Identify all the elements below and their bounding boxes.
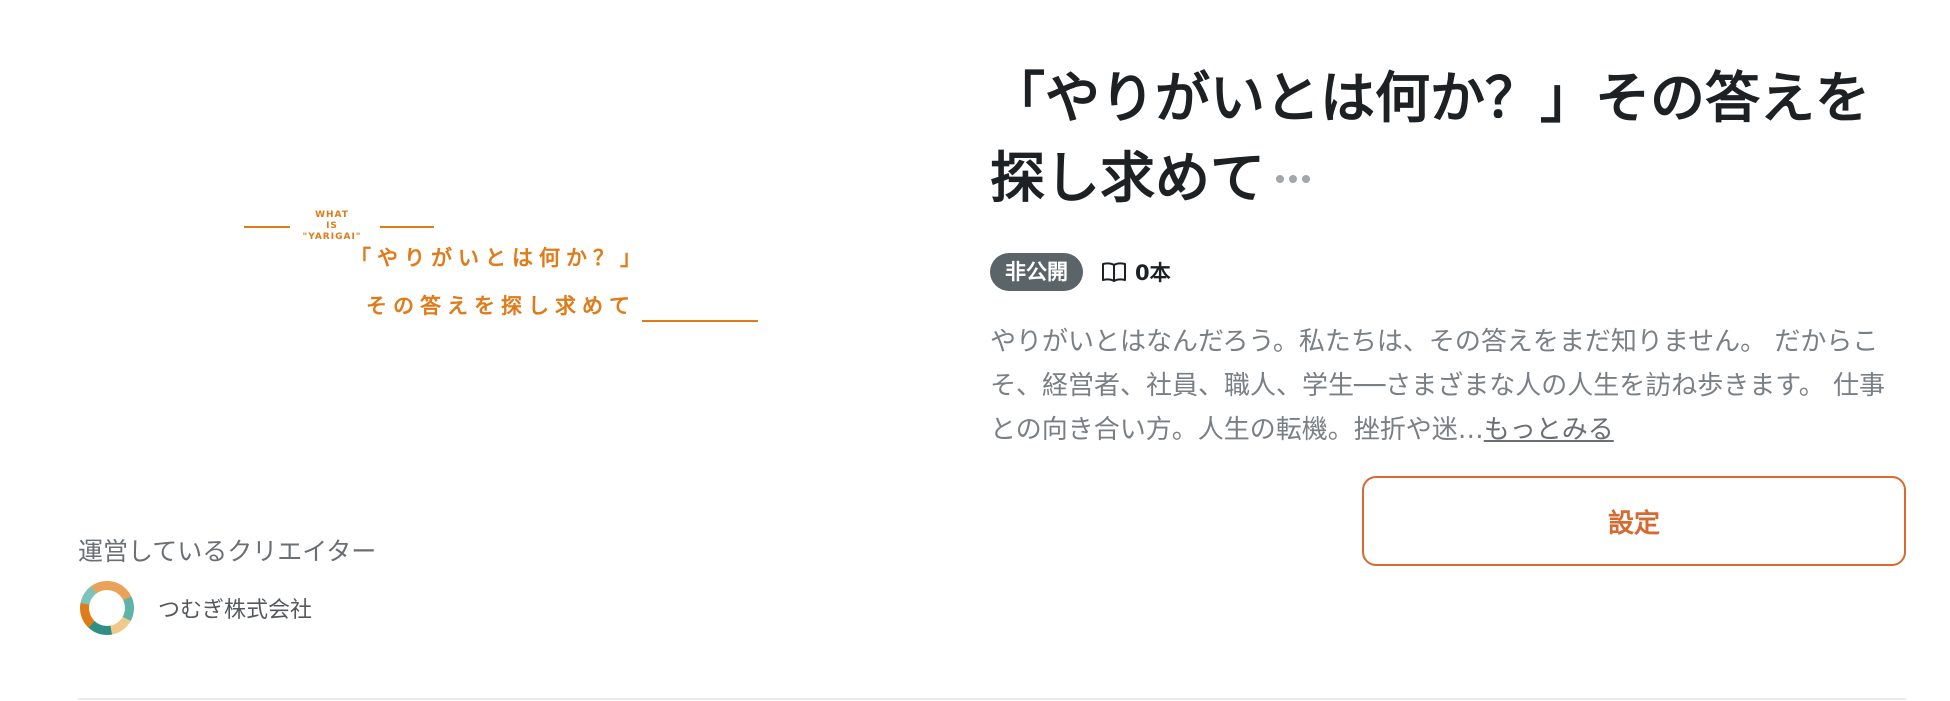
cover-title-line-2: その答えを探し求めて [366, 294, 636, 318]
cover-title-line-1: 「やりがいとは何か？」 [350, 246, 647, 270]
magazine-cover[interactable]: WHAT IS "YARIGAI" 「やりがいとは何か？」 その答えを探し求めて [78, 40, 958, 480]
magazine-page: WHAT IS "YARIGAI" 「やりがいとは何か？」 その答えを探し求めて… [0, 0, 1950, 701]
status-badge: 非公開 [990, 253, 1083, 291]
cover-small-caption: WHAT IS "YARIGAI" [297, 210, 367, 243]
cover-rule-left [244, 226, 290, 228]
wreath-logo-icon[interactable] [80, 581, 134, 635]
magazine-title: 「やりがいとは何か？」その答えを探し求めて [990, 66, 1871, 210]
read-more-link[interactable]: もっとみる [1484, 415, 1614, 445]
divider [78, 698, 1906, 700]
ellipsis-dot [1276, 175, 1284, 183]
creator-link[interactable]: つむぎ株式会社 [80, 580, 312, 636]
magazine-description: やりがいとはなんだろう。私たちは、その答えをまだ知りません。 だからこそ、経営者… [990, 320, 1890, 452]
book-icon [1102, 262, 1126, 282]
ellipsis-dot [1302, 175, 1310, 183]
magazine-meta: 非公開 0本 [990, 252, 1171, 292]
article-count: 0本 [1135, 261, 1171, 285]
cover-rule-bottom [642, 320, 758, 322]
cover-small-line: WHAT [315, 210, 349, 220]
creator-heading: 運営しているクリエイター [78, 537, 377, 566]
creator-name[interactable]: つむぎ株式会社 [158, 592, 312, 624]
description-text: やりがいとはなんだろう。私たちは、その答えをまだ知りません。 だからこそ、経営者… [990, 327, 1885, 445]
ellipsis-dot [1289, 175, 1297, 183]
cover-rule-right [380, 226, 434, 228]
settings-button[interactable]: 設定 [1362, 476, 1906, 566]
ellipsis-icon[interactable] [1276, 172, 1310, 186]
cover-small-line: IS [326, 221, 338, 231]
